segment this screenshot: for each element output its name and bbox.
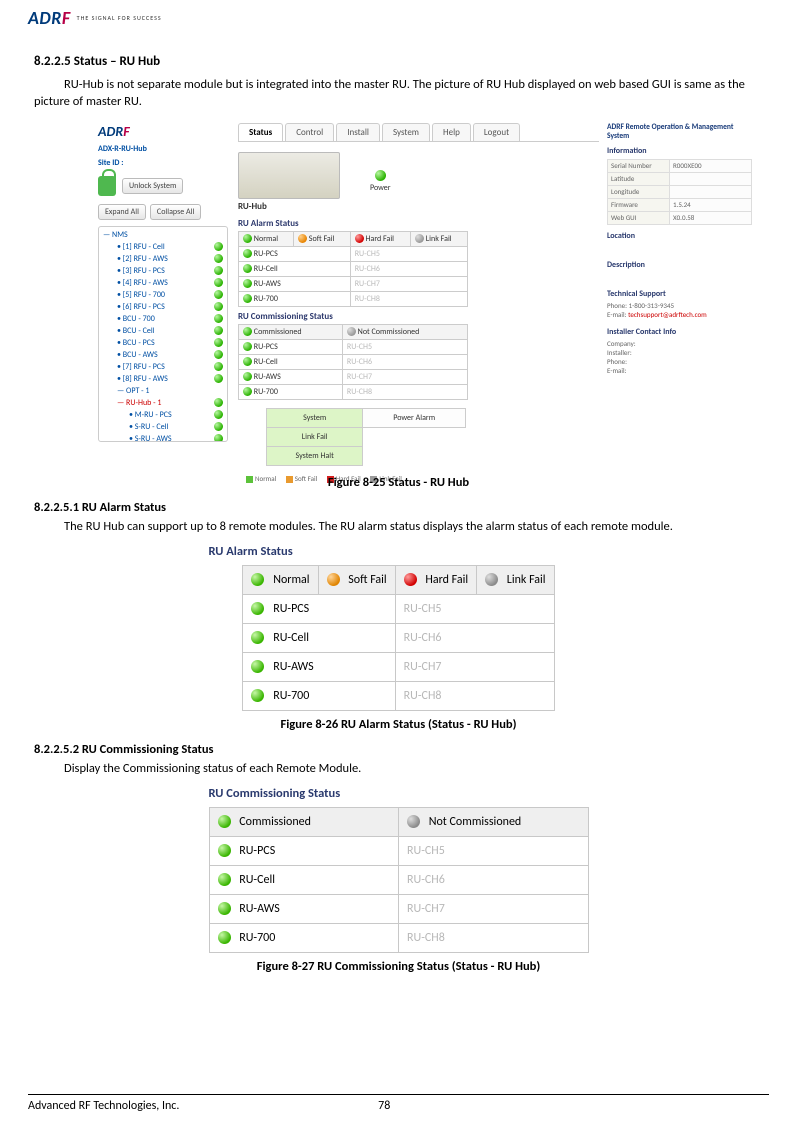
heading-82251: 8.2.2.5.1 RU Alarm Status (34, 500, 763, 515)
tab-control[interactable]: Control (285, 123, 334, 141)
tech-support-phone: Phone: 1-800-313-9345 (607, 301, 752, 310)
installer-header: Installer Contact Info (607, 327, 752, 337)
description-header: Description (607, 260, 752, 270)
caption-8-27: Figure 8-27 RU Commissioning Status (Sta… (34, 959, 763, 974)
power-label: Power (370, 183, 391, 193)
info-table: Serial NumberR000XE00LatitudeLongitudeFi… (607, 159, 752, 225)
lock-icon (98, 176, 116, 196)
power-led-icon (375, 170, 386, 181)
footer-company: Advanced RF Technologies, Inc. (28, 1099, 179, 1113)
table27-title: RU Commissioning Status (209, 786, 589, 801)
ru-hub-image (238, 152, 340, 199)
expand-all-button[interactable]: Expand All (98, 204, 146, 220)
commissioning-table: Commissioned Not Commissioned RU-PCSRU-C… (238, 324, 468, 400)
tab-logout[interactable]: Logout (473, 123, 520, 141)
tab-install[interactable]: Install (336, 123, 380, 141)
para-82251: The RU Hub can support up to 8 remote mo… (34, 519, 763, 536)
status-boxes: SystemPower Alarm Link Fail System Halt (266, 408, 466, 466)
site-id-label: Site ID : (98, 158, 228, 168)
brand-logo: ADRF THE SIGNAL FOR SUCCESS (28, 0, 769, 32)
page-footer: Advanced RF Technologies, Inc. 78 (28, 1094, 769, 1113)
heading-8225: 8.2.2.5 Status – RU Hub (34, 54, 763, 69)
tech-support-header: Technical Support (607, 289, 752, 299)
table26-title: RU Alarm Status (209, 544, 589, 559)
right-panel-title: ADRF Remote Operation & Management Syste… (607, 123, 752, 141)
caption-8-25: Figure 8-25 Status - RU Hub (34, 475, 763, 490)
alarm-status-title: RU Alarm Status (238, 218, 599, 229)
info-header: Information (607, 146, 752, 156)
mini-logo: ADRF (98, 123, 228, 140)
para-82252: Display the Commissioning status of each… (34, 761, 763, 778)
heading-82252: 8.2.2.5.2 RU Commissioning Status (34, 742, 763, 757)
alarm-status-table: Normal Soft Fail Hard Fail Link Fail RU-… (238, 231, 468, 307)
caption-8-26: Figure 8-26 RU Alarm Status (Status - RU… (34, 717, 763, 732)
ru-hub-label: RU-Hub (238, 201, 340, 212)
device-tree[interactable]: — NMS• [1] RFU - Cell• [2] RFU - AWS• [3… (98, 226, 228, 442)
installer-contact-info: Company:Installer:Phone:E-mail: (607, 339, 752, 375)
tech-support-email: E-mail: techsupport@adrftech.com (607, 310, 752, 319)
ru-alarm-status-table: Normal Soft Fail Hard Fail Link Fail RU-… (242, 565, 554, 711)
figure-8-25: ADRF ADX-R-RU-Hub Site ID : Unlock Syste… (94, 119, 754, 469)
commissioning-title: RU Commissioning Status (238, 311, 599, 322)
unlock-button[interactable]: Unlock System (122, 178, 183, 194)
footer-page-number: 78 (378, 1099, 390, 1113)
ru-commissioning-status-table: Commissioned Not Commissioned RU-PCSRU-C… (209, 807, 589, 953)
para-8225: RU-Hub is not separate module but is int… (34, 77, 763, 111)
tab-help[interactable]: Help (432, 123, 471, 141)
location-header: Location (607, 231, 752, 241)
device-link[interactable]: ADX-R-RU-Hub (98, 144, 228, 154)
tab-bar: StatusControlInstallSystemHelpLogout (238, 123, 599, 142)
collapse-all-button[interactable]: Collapse All (150, 204, 201, 220)
tab-status[interactable]: Status (238, 123, 283, 141)
tab-system[interactable]: System (382, 123, 430, 141)
